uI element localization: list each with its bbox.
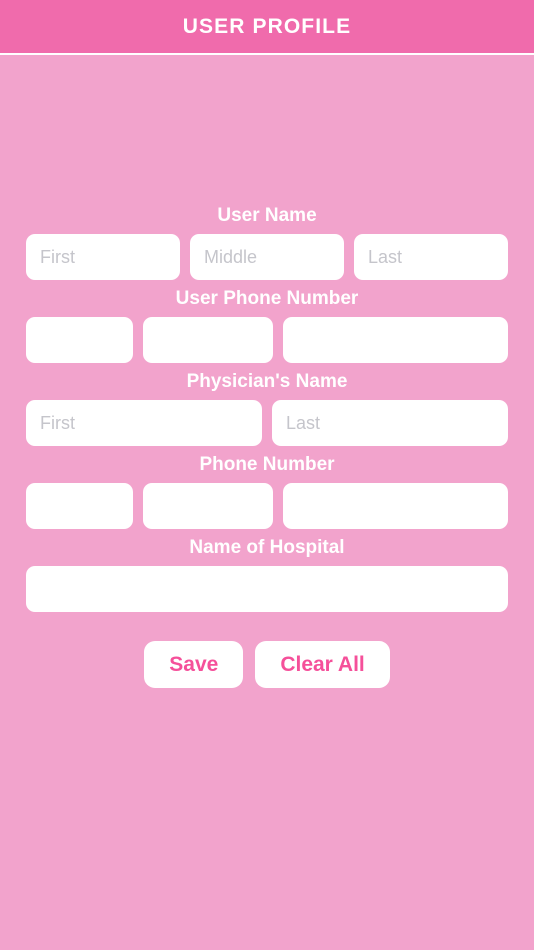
- section-hospital-name: Name of Hospital: [26, 529, 508, 612]
- row-hospital-name: [26, 566, 508, 612]
- row-physician-phone: [26, 483, 508, 529]
- app-header: USER PROFILE: [0, 0, 534, 55]
- row-physician-name: [26, 400, 508, 446]
- section-user-name: User Name: [26, 197, 508, 280]
- row-user-name: [26, 234, 508, 280]
- page-title: USER PROFILE: [182, 14, 352, 38]
- user-phone-area-code-input[interactable]: [26, 317, 133, 363]
- physician-phone-prefix-input[interactable]: [143, 483, 273, 529]
- form-actions: Save Clear All: [26, 612, 508, 688]
- label-user-phone-number: User Phone Number: [175, 288, 359, 309]
- section-user-phone: User Phone Number: [26, 280, 508, 363]
- physician-first-name-input[interactable]: [26, 400, 262, 446]
- section-physician-name: Physician's Name: [26, 363, 508, 446]
- user-phone-prefix-input[interactable]: [143, 317, 273, 363]
- user-phone-line-number-input[interactable]: [283, 317, 508, 363]
- section-physician-phone: Phone Number: [26, 446, 508, 529]
- top-spacer: [26, 55, 508, 197]
- label-name-of-hospital: Name of Hospital: [189, 537, 345, 558]
- user-first-name-input[interactable]: [26, 234, 180, 280]
- save-button[interactable]: Save: [144, 641, 244, 688]
- label-phone-number: Phone Number: [199, 454, 335, 475]
- row-user-phone: [26, 317, 508, 363]
- physician-phone-line-number-input[interactable]: [283, 483, 508, 529]
- hospital-name-input[interactable]: [26, 566, 508, 612]
- physician-phone-area-code-input[interactable]: [26, 483, 133, 529]
- physician-last-name-input[interactable]: [272, 400, 508, 446]
- user-middle-name-input[interactable]: [190, 234, 344, 280]
- clear-all-button[interactable]: Clear All: [255, 641, 390, 688]
- user-last-name-input[interactable]: [354, 234, 508, 280]
- user-profile-form: User Name User Phone Number Physician's …: [0, 55, 534, 688]
- label-user-name: User Name: [217, 205, 317, 226]
- label-physician-name: Physician's Name: [186, 371, 348, 392]
